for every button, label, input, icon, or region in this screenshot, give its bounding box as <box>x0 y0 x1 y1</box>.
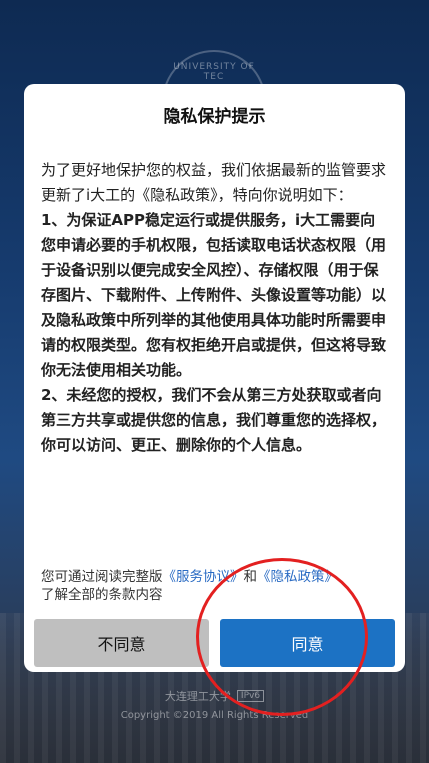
sharing-paragraph: 2、未经您的授权，我们不会从第三方处获取或者向第三方共享或提供您的信息，我们尊重… <box>41 386 387 454</box>
terms-note-and: 和 <box>243 569 258 585</box>
background-footer: 大连理工大学 IPv6 Copyright ©2019 All Rights R… <box>0 688 429 721</box>
privacy-dialog: 隐私保护提示 为了更好地保护您的权益，我们依据最新的监管要求更新了i大工的《隐私… <box>24 84 405 672</box>
terms-note: 您可通过阅读完整版《服务协议》和《隐私政策》了解全部的条款内容 <box>41 568 393 604</box>
privacy-policy-link[interactable]: 《隐私政策》 <box>257 569 338 585</box>
disagree-button[interactable]: 不同意 <box>34 619 209 667</box>
seal-text: UNIVERSITY OF TEC <box>173 62 255 82</box>
copyright-text: Copyright ©2019 All Rights Reserved <box>120 710 309 721</box>
dialog-title: 隐私保护提示 <box>163 107 266 127</box>
service-agreement-link[interactable]: 《服务协议》 <box>163 569 244 585</box>
terms-note-prefix: 您可通过阅读完整版 <box>41 569 163 585</box>
footer-university-name: 大连理工大学 <box>164 690 231 703</box>
ipv6-badge: IPv6 <box>236 690 265 702</box>
intro-paragraph: 为了更好地保护您的权益，我们依据最新的监管要求更新了i大工的《隐私政策》，特向你… <box>41 161 387 204</box>
dialog-body: 为了更好地保护您的权益，我们依据最新的监管要求更新了i大工的《隐私政策》，特向你… <box>41 158 388 458</box>
agree-button[interactable]: 同意 <box>220 619 395 667</box>
permission-paragraph: 1、为保证APP稳定运行或提供服务，i大工需要向您申请必要的手机权限，包括读取电… <box>41 211 387 379</box>
terms-note-suffix: 了解全部的条款内容 <box>41 587 163 603</box>
